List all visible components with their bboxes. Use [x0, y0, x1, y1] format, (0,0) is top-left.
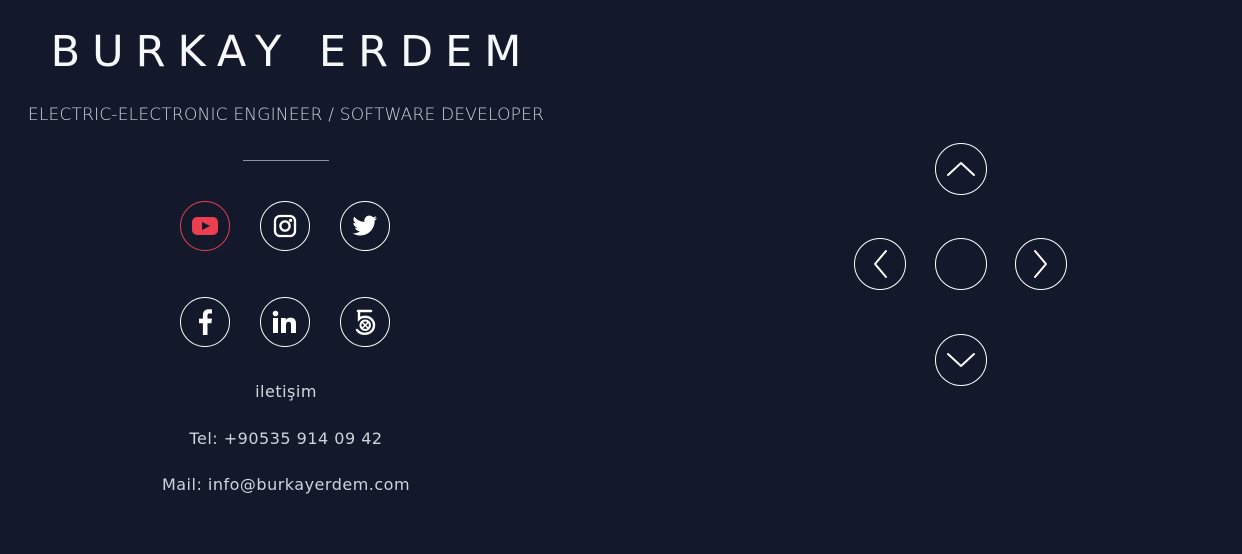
chevron-down-icon: [947, 353, 975, 367]
chevron-left-icon: [874, 250, 887, 278]
instagram-button[interactable]: [260, 201, 310, 251]
chevron-up-icon: [947, 162, 975, 176]
facebook-icon: [199, 309, 212, 335]
up-button[interactable]: [935, 143, 987, 195]
right-button[interactable]: [1015, 238, 1067, 290]
profile-name: BURKAY ERDEM: [50, 27, 534, 77]
mail-info: Mail: info@burkayerdem.com: [161, 475, 411, 494]
linkedin-button[interactable]: [260, 297, 310, 347]
phone-info: Tel: +90535 914 09 42: [189, 429, 383, 448]
linkedin-icon: [272, 310, 296, 333]
profile-panel: BURKAY ERDEM ELECTRIC-ELECTRONIC ENGINEE…: [0, 0, 572, 554]
contact-title: iletişim: [255, 382, 317, 401]
youtube-icon: [192, 217, 218, 235]
500px-button[interactable]: [340, 297, 390, 347]
twitter-button[interactable]: [340, 201, 390, 251]
left-button[interactable]: [854, 238, 906, 290]
facebook-button[interactable]: [180, 297, 230, 347]
center-button[interactable]: [935, 238, 987, 290]
section-divider: [243, 160, 329, 161]
chevron-right-icon: [1034, 250, 1047, 278]
instagram-icon: [273, 214, 297, 238]
landing-page: BURKAY ERDEM ELECTRIC-ELECTRONIC ENGINEE…: [0, 0, 1242, 554]
down-button[interactable]: [935, 334, 987, 386]
profile-subtitle: ELECTRIC-ELECTRONIC ENGINEER / SOFTWARE …: [27, 105, 545, 125]
500px-icon: [355, 309, 376, 336]
youtube-button[interactable]: [180, 201, 230, 251]
twitter-icon: [352, 215, 377, 236]
